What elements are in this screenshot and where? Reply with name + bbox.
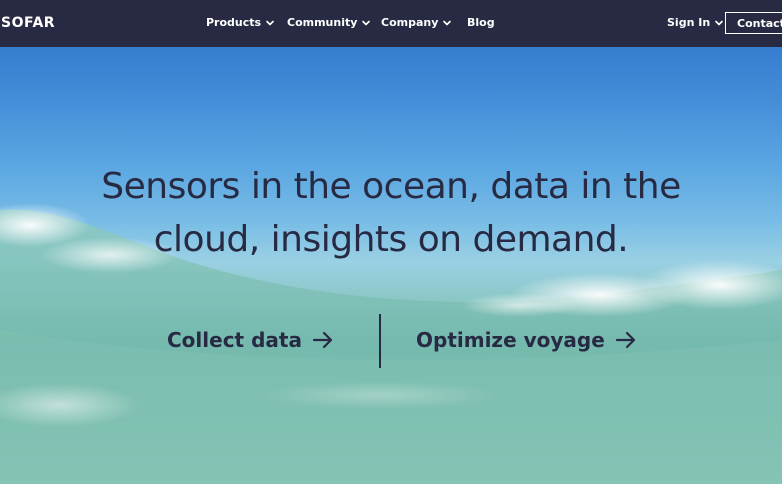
sofar-logo[interactable]: SOFAR [1, 15, 55, 31]
nav-item-blog[interactable]: Blog [467, 16, 495, 29]
sign-in-label: Sign In [667, 16, 711, 29]
chevron-down-icon [443, 20, 452, 25]
nav-item-label: Company [381, 16, 439, 29]
optimize-voyage-link[interactable]: Optimize voyage [416, 328, 637, 352]
arrow-right-icon [312, 331, 333, 349]
cta-divider [379, 314, 381, 368]
top-navbar: SOFAR Products Community Company Blog Si… [0, 0, 782, 47]
nav-item-company[interactable]: Company [381, 16, 452, 29]
nav-item-products[interactable]: Products [206, 16, 275, 29]
chevron-down-icon [266, 20, 274, 25]
headline-line-2: cloud, insights on demand. [153, 219, 629, 260]
chevron-down-icon [362, 20, 371, 25]
sign-in-link[interactable]: Sign In [667, 16, 724, 29]
nav-item-community[interactable]: Community [287, 16, 371, 29]
nav-item-label: Community [287, 16, 358, 29]
nav-item-label: Products [206, 16, 262, 29]
chevron-down-icon [715, 20, 723, 25]
arrow-right-icon [615, 331, 635, 349]
headline-line-1: Sensors in the ocean, data in the [101, 166, 681, 207]
contact-button[interactable]: Contact [725, 12, 782, 34]
collect-data-label: Collect data [167, 328, 302, 352]
page: SOFAR Products Community Company Blog Si… [0, 0, 782, 484]
optimize-voyage-label: Optimize voyage [416, 328, 605, 352]
hero-headline: Sensors in the ocean, data in the cloud,… [0, 160, 782, 266]
collect-data-link[interactable]: Collect data [167, 328, 334, 352]
nav-item-label: Blog [467, 16, 495, 29]
